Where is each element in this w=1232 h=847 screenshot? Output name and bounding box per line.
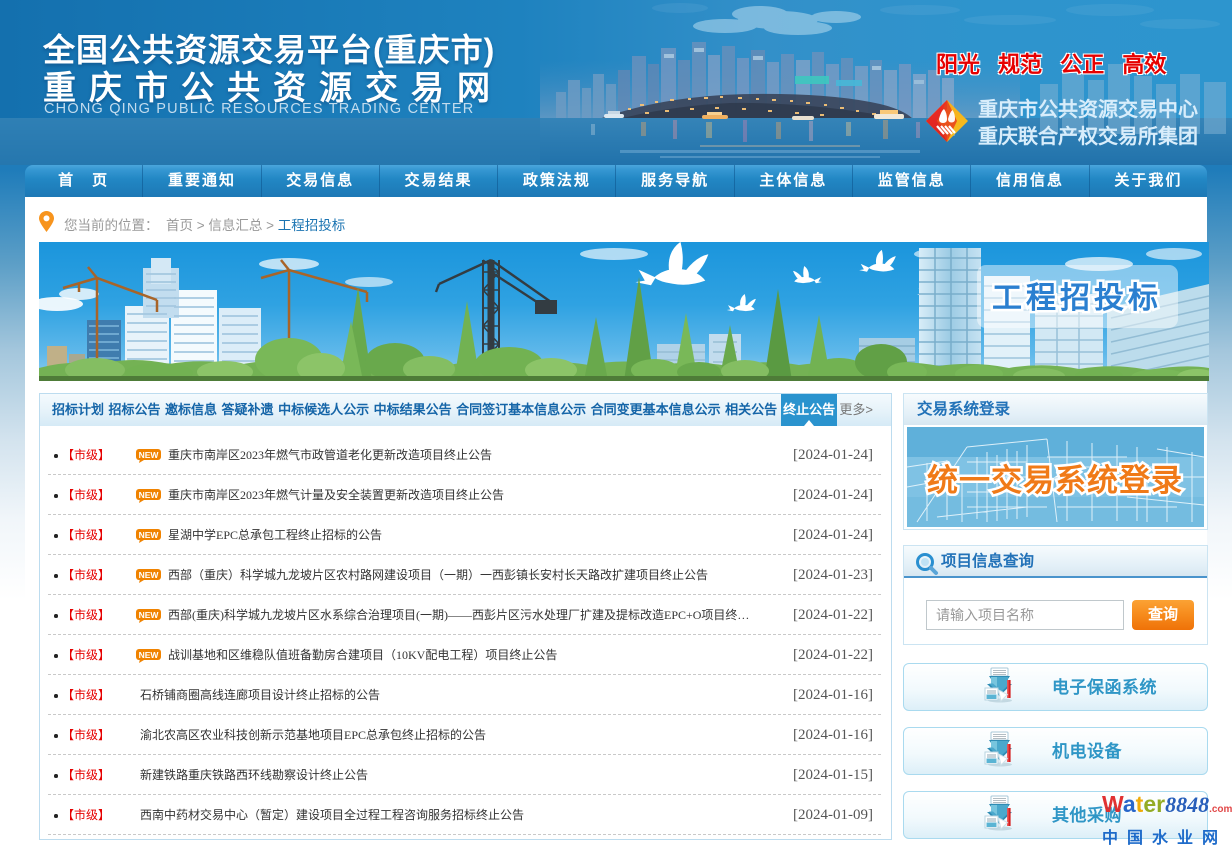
svg-text:NEW: NEW — [139, 650, 160, 660]
svg-text:NEW: NEW — [139, 490, 160, 500]
svg-text:NEW: NEW — [139, 570, 160, 580]
svg-text:NEW: NEW — [139, 610, 160, 620]
svg-text:NEW: NEW — [139, 530, 160, 540]
svg-text:工程招投标: 工程招投标 — [992, 282, 1162, 315]
svg-text:NEW: NEW — [139, 450, 160, 460]
svg-text:统一交易系统登录: 统一交易系统登录 — [927, 463, 1183, 498]
